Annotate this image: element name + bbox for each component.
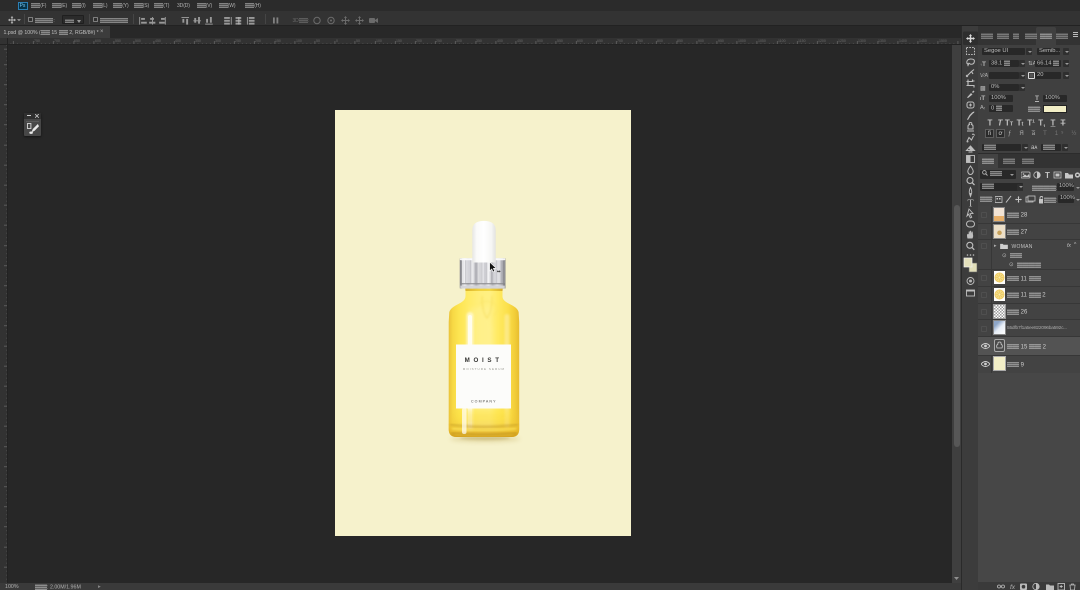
svg-text:T1: T1 — [1027, 118, 1035, 127]
svg-text:T: T — [988, 118, 993, 127]
svg-text:COMPANY: COMPANY — [470, 400, 496, 404]
svg-text:T: T — [1061, 118, 1066, 127]
svg-text:Tt: Tt — [1017, 118, 1024, 127]
svg-text:T: T — [967, 199, 973, 210]
svg-text:fx: fx — [1010, 584, 1016, 590]
svg-text:T1: T1 — [1038, 118, 1046, 127]
svg-text:MOIST: MOIST — [464, 357, 502, 364]
svg-text:TT: TT — [1005, 118, 1014, 127]
svg-text:T: T — [1045, 171, 1050, 179]
svg-text:MOISTURE SERUM: MOISTURE SERUM — [462, 367, 504, 371]
svg-text:T: T — [1051, 118, 1056, 127]
svg-text:T: T — [998, 118, 1004, 127]
